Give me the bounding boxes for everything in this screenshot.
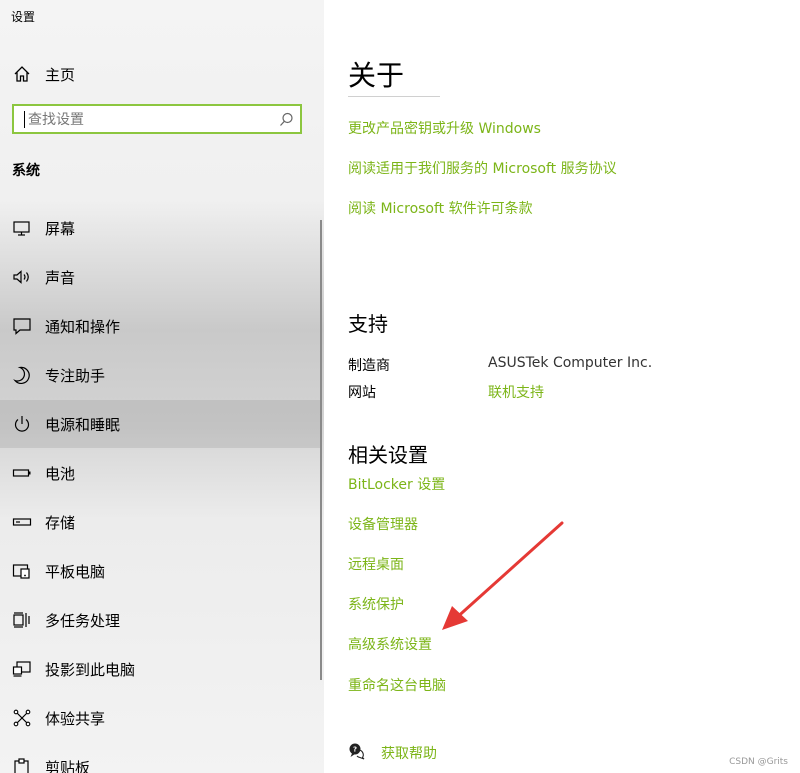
- sidebar-item-multitasking[interactable]: 多任务处理: [0, 596, 320, 644]
- get-help-link[interactable]: 获取帮助: [381, 743, 437, 763]
- remote-desktop-link[interactable]: 远程桌面: [348, 554, 404, 574]
- sidebar-item-shared-experiences[interactable]: 体验共享: [0, 694, 320, 742]
- sidebar-item-tablet[interactable]: 平板电脑: [0, 547, 320, 595]
- sidebar-item-project[interactable]: 投影到此电脑: [0, 645, 320, 693]
- sidebar-home[interactable]: 主页: [0, 58, 324, 90]
- text-caret: [24, 111, 25, 128]
- sidebar-item-label: 通知和操作: [45, 318, 121, 336]
- search-input[interactable]: [26, 109, 280, 131]
- tablet-icon: [12, 561, 32, 581]
- main-content: 关于 更改产品密钥或升级 Windows 阅读适用于我们服务的 Microsof…: [324, 0, 800, 773]
- annotation-arrow: [442, 521, 564, 630]
- sidebar-item-sound[interactable]: 声音: [0, 253, 320, 301]
- system-protection-link[interactable]: 系统保护: [348, 594, 404, 614]
- clipboard-icon: [12, 757, 32, 773]
- sidebar-item-label: 体验共享: [45, 710, 106, 728]
- manufacturer-label: 制造商: [348, 358, 390, 374]
- license-terms-link[interactable]: 阅读 Microsoft 软件许可条款: [348, 198, 533, 218]
- sidebar-home-label: 主页: [45, 66, 76, 84]
- storage-icon: [12, 512, 32, 532]
- sidebar-item-notifications[interactable]: 通知和操作: [0, 302, 320, 350]
- battery-icon: [12, 463, 32, 483]
- sidebar-item-display[interactable]: 屏幕: [0, 204, 320, 252]
- sidebar-item-label: 电源和睡眠: [45, 416, 121, 434]
- bitlocker-settings-link[interactable]: BitLocker 设置: [348, 474, 445, 494]
- page-title: 关于: [348, 59, 405, 92]
- advanced-system-settings-link[interactable]: 高级系统设置: [348, 634, 432, 654]
- project-icon: [12, 659, 32, 679]
- sidebar-item-label: 专注助手: [45, 367, 106, 385]
- watermark: CSDN @Grits: [729, 757, 788, 767]
- upgrade-windows-link[interactable]: 更改产品密钥或升级 Windows: [348, 118, 541, 138]
- website-label: 网站: [348, 385, 376, 401]
- sidebar-item-focus-assist[interactable]: 专注助手: [0, 351, 320, 399]
- sidebar-item-power-sleep[interactable]: 电源和睡眠: [0, 400, 320, 448]
- window-title: 设置: [11, 10, 36, 24]
- multitask-icon: [12, 610, 32, 630]
- sidebar-item-battery[interactable]: 电池: [0, 449, 320, 497]
- sidebar-item-label: 存储: [45, 514, 76, 532]
- sidebar-item-label: 声音: [45, 269, 76, 287]
- sidebar-item-storage[interactable]: 存储: [0, 498, 320, 546]
- speaker-icon: [12, 267, 32, 287]
- search-box[interactable]: [12, 104, 302, 134]
- device-manager-link[interactable]: 设备管理器: [348, 514, 418, 534]
- sidebar-item-label: 投影到此电脑: [45, 661, 136, 679]
- sidebar-item-label: 平板电脑: [45, 563, 106, 581]
- online-support-link[interactable]: 联机支持: [488, 382, 544, 402]
- notification-icon: [12, 316, 32, 336]
- support-heading: 支持: [348, 312, 388, 336]
- share-icon: [12, 708, 32, 728]
- manufacturer-value: ASUSTek Computer Inc.: [488, 355, 653, 371]
- title-divider: [348, 96, 440, 97]
- monitor-icon: [12, 218, 32, 238]
- sidebar-item-label: 多任务处理: [45, 612, 121, 630]
- search-icon[interactable]: [279, 112, 294, 127]
- power-icon: [12, 414, 32, 434]
- services-agreement-link[interactable]: 阅读适用于我们服务的 Microsoft 服务协议: [348, 158, 617, 178]
- sidebar-item-label: 电池: [45, 465, 76, 483]
- related-settings-heading: 相关设置: [348, 443, 428, 467]
- help-chat-icon: ?: [348, 742, 366, 760]
- sidebar-item-clipboard[interactable]: 剪贴板: [0, 743, 320, 773]
- svg-text:?: ?: [353, 746, 357, 754]
- sidebar-item-label: 剪贴板: [45, 759, 91, 773]
- sidebar-item-label: 屏幕: [45, 220, 76, 238]
- home-icon: [13, 65, 31, 83]
- sidebar: 设置 主页 系统 屏幕 声音 通知和操作 专注助手 电源和睡眠 电池: [0, 0, 324, 773]
- section-title: 系统: [12, 163, 40, 179]
- sidebar-scrollbar[interactable]: [320, 220, 322, 680]
- rename-pc-link[interactable]: 重命名这台电脑: [348, 675, 446, 695]
- moon-icon: [12, 365, 32, 385]
